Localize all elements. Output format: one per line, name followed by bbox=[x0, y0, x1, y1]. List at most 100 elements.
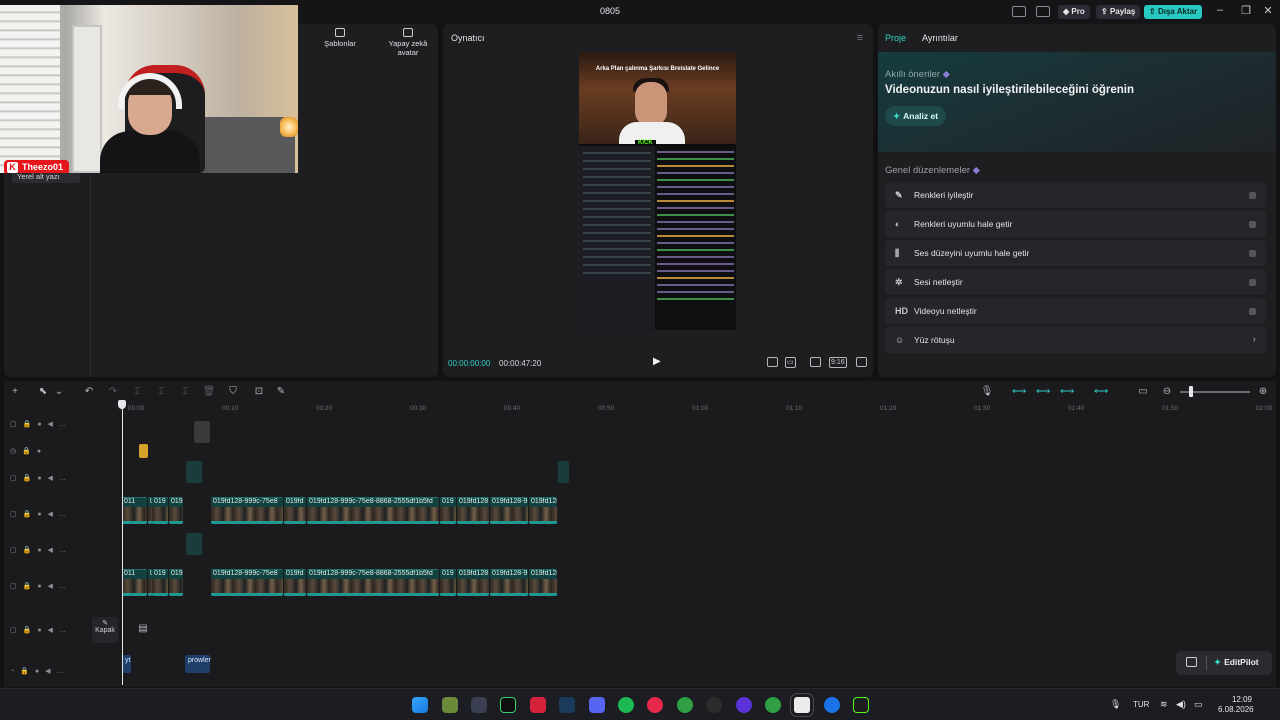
fullscreen-icon[interactable] bbox=[856, 357, 867, 367]
filmstrip-icon[interactable]: ▤ bbox=[136, 623, 150, 634]
caption-icon[interactable]: ▭ bbox=[1136, 386, 1150, 397]
enhance-colors-row[interactable]: ✎ Renkleri iyileştir bbox=[885, 182, 1266, 208]
split-right-icon[interactable]: ⌶ bbox=[178, 386, 192, 397]
track-controls[interactable]: ◷🔒● bbox=[10, 447, 47, 455]
video-clip[interactable]: 019fd128-999c-75e8-8868-2555df1b5fd bbox=[307, 497, 439, 524]
video-clip[interactable]: 019fd128 bbox=[529, 569, 557, 596]
sharpen-video-toggle[interactable] bbox=[1249, 308, 1256, 315]
video-clip[interactable]: 019 bbox=[169, 569, 183, 596]
video-preview[interactable]: Arka Plan çalınma Şarkısı Breislate Geli… bbox=[579, 52, 736, 330]
video-clip[interactable]: 011 bbox=[122, 497, 147, 524]
overlay-clip[interactable] bbox=[186, 461, 202, 483]
track-controls[interactable]: ▢🔒●◀… bbox=[10, 474, 72, 482]
enhance-colors-toggle[interactable] bbox=[1249, 192, 1256, 199]
app-icon[interactable] bbox=[736, 697, 752, 713]
delete-icon[interactable]: 🗑 bbox=[202, 386, 216, 397]
preview-axis-icon[interactable]: ⟷ bbox=[1094, 386, 1108, 397]
export-button[interactable]: ⇧ Dışa Aktar bbox=[1144, 5, 1203, 19]
chrome-icon[interactable] bbox=[824, 697, 840, 713]
tab-details[interactable]: Ayrıntılar bbox=[922, 33, 958, 43]
kick-icon[interactable] bbox=[853, 697, 869, 713]
sticker-clip[interactable] bbox=[194, 421, 210, 443]
video-clip[interactable]: 019fd128 bbox=[457, 569, 489, 596]
undo-icon[interactable]: ↶ bbox=[82, 386, 96, 397]
video-clip[interactable]: 019fd bbox=[284, 569, 306, 596]
tab-templates[interactable]: Şablonlar bbox=[310, 28, 370, 57]
quality-icon[interactable]: ▭ bbox=[785, 357, 796, 368]
clarify-audio-toggle[interactable] bbox=[1249, 279, 1256, 286]
language-indicator[interactable]: TUR bbox=[1133, 700, 1149, 709]
close-icon[interactable]: ✕ bbox=[1260, 4, 1276, 17]
split-left-icon[interactable]: ⌶ bbox=[154, 386, 168, 397]
cover-button[interactable]: ✎ Kapak bbox=[92, 617, 118, 643]
chevron-down-icon[interactable]: ⌄ bbox=[52, 386, 66, 397]
time-ruler[interactable]: 00:00 00:10 00:20 00:30 00:40 00:50 01:00 01:10… bbox=[122, 403, 1272, 417]
chrome-icon[interactable] bbox=[677, 697, 693, 713]
microphone-icon[interactable]: 🎙 bbox=[980, 386, 994, 397]
crop-tool-icon[interactable]: ⊡ bbox=[252, 386, 266, 397]
video-clip[interactable]: 019fd128-9 bbox=[490, 569, 528, 596]
share-button[interactable]: ⇪ Paylaş bbox=[1096, 5, 1141, 19]
track-controls[interactable]: ▢🔒●◀… bbox=[10, 626, 72, 634]
match-colors-row[interactable]: ◐ Renkleri uyumlu hale getir bbox=[885, 211, 1266, 237]
steam-icon[interactable] bbox=[559, 697, 575, 713]
video-clip[interactable]: 019 bbox=[152, 497, 168, 524]
chrome-icon[interactable] bbox=[765, 697, 781, 713]
wifi-icon[interactable]: ≋ bbox=[1160, 699, 1168, 710]
text-clip[interactable]: yt bbox=[122, 655, 131, 673]
video-clip[interactable]: 019 bbox=[440, 497, 456, 524]
spotify-icon[interactable] bbox=[618, 697, 634, 713]
fit-icon[interactable] bbox=[810, 357, 821, 367]
match-colors-toggle[interactable] bbox=[1249, 221, 1256, 228]
shortcut-icon[interactable] bbox=[1036, 6, 1050, 17]
capcut-icon[interactable] bbox=[790, 693, 814, 717]
track-controls[interactable]: ▢🔒●◀… bbox=[10, 420, 72, 428]
redo-icon[interactable]: ↷ bbox=[106, 386, 120, 397]
editpilot-button[interactable]: ✦ EditPilot bbox=[1176, 651, 1272, 675]
tab-ai-avatar[interactable]: Yapay zekâ avatar bbox=[378, 28, 438, 57]
draw-icon[interactable]: ✎ bbox=[274, 386, 288, 397]
aspect-ratio-button[interactable]: 9:16 bbox=[829, 357, 847, 368]
media-icon[interactable] bbox=[647, 697, 663, 713]
normalize-volume-toggle[interactable] bbox=[1249, 250, 1256, 257]
microphone-icon[interactable]: 🎙 bbox=[1110, 699, 1121, 710]
video-clip[interactable]: 019fd bbox=[284, 497, 306, 524]
video-clip[interactable]: 019fd128-999c-75e8 bbox=[211, 497, 283, 524]
minecraft-icon[interactable] bbox=[442, 697, 458, 713]
video-clip[interactable]: 011 bbox=[122, 569, 147, 596]
app-icon[interactable] bbox=[530, 697, 546, 713]
text-clip[interactable]: prowler bbox=[185, 655, 211, 673]
crop-icon[interactable] bbox=[767, 357, 778, 367]
app-icon[interactable] bbox=[500, 697, 516, 713]
effect-clip[interactable] bbox=[139, 444, 148, 458]
track-controls[interactable]: ▢🔒●◀… bbox=[10, 546, 72, 554]
overlay-clip[interactable] bbox=[186, 533, 202, 555]
track-controls[interactable]: ▢🔒●◀… bbox=[10, 582, 72, 590]
tab-project[interactable]: Proje bbox=[885, 33, 906, 43]
zoom-slider-handle[interactable] bbox=[1189, 386, 1193, 397]
playhead[interactable] bbox=[122, 401, 123, 685]
video-clip[interactable]: 019fd128-9 bbox=[490, 497, 528, 524]
link-icon[interactable]: ⟷ bbox=[1060, 386, 1074, 397]
play-button[interactable]: ▶ bbox=[653, 356, 663, 367]
zoom-in-icon[interactable]: ⊕ bbox=[1256, 386, 1270, 397]
app-icon[interactable] bbox=[471, 697, 487, 713]
volume-icon[interactable]: ◀) bbox=[1176, 699, 1186, 710]
video-clip[interactable]: 019fd128-999c-75e8-8868-2555df1b5fd bbox=[307, 569, 439, 596]
video-clip[interactable]: 019fd128 bbox=[529, 497, 557, 524]
pro-badge[interactable]: ◆ Pro bbox=[1058, 5, 1090, 19]
normalize-volume-row[interactable]: ⫼ Ses düzeyini uyumlu hale getir bbox=[885, 240, 1266, 266]
magnet-icon[interactable]: ⟷ bbox=[1036, 386, 1050, 397]
app-icon[interactable] bbox=[706, 697, 722, 713]
clock[interactable]: 12:09 6.08.2026 bbox=[1218, 695, 1254, 715]
face-retouch-row[interactable]: ☺ Yüz rötuşu › bbox=[885, 327, 1266, 353]
analyze-button[interactable]: ✦ Analiz et bbox=[885, 106, 947, 126]
overlay-clip[interactable] bbox=[558, 461, 569, 483]
maximize-icon[interactable]: ❐ bbox=[1238, 4, 1254, 17]
layout-icon[interactable] bbox=[1012, 6, 1026, 17]
clarify-audio-row[interactable]: ✲ Sesi netleştir bbox=[885, 269, 1266, 295]
discord-icon[interactable] bbox=[589, 697, 605, 713]
video-clip[interactable]: 019fd128-999c-75e8 bbox=[211, 569, 283, 596]
select-tool-icon[interactable]: ⬉ bbox=[36, 386, 50, 397]
add-track-icon[interactable]: + bbox=[8, 386, 22, 397]
